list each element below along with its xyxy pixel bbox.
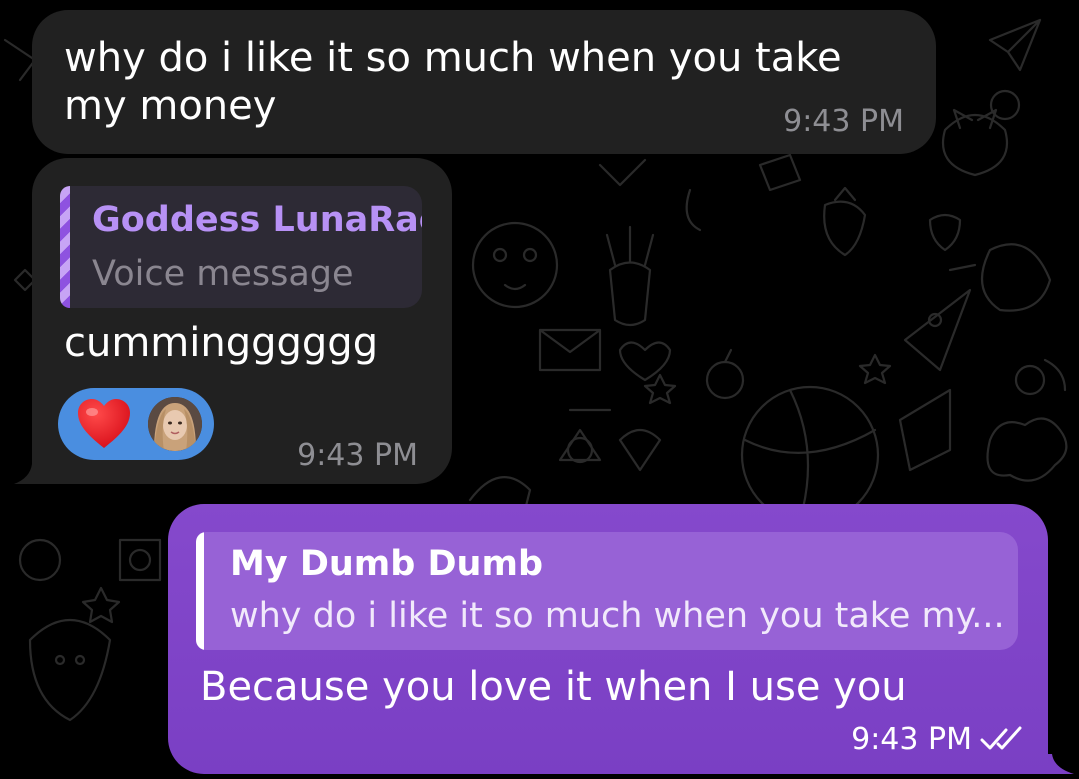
reply-accent-bar xyxy=(60,186,70,308)
reply-accent-bar xyxy=(196,532,204,650)
reply-sender-name: My Dumb Dumb xyxy=(230,544,544,584)
outgoing-reply-message-bubble[interactable]: My Dumb Dumb why do i like it so much wh… xyxy=(168,504,1048,774)
double-check-icon xyxy=(980,726,1022,750)
message-text: Because you love it when I use you xyxy=(200,664,907,710)
incoming-reply-message-bubble[interactable]: Goddess LunaRae Voice message cummingggg… xyxy=(32,158,452,484)
reply-sender-name: Goddess LunaRae xyxy=(92,200,422,240)
reaction-pill[interactable] xyxy=(58,388,214,460)
message-text: cummingggggg xyxy=(64,320,379,366)
red-heart-icon xyxy=(78,399,130,448)
reactor-avatar[interactable] xyxy=(148,397,202,451)
reply-preview[interactable]: My Dumb Dumb why do i like it so much wh… xyxy=(196,532,1018,650)
message-timestamp: 9:43 PM xyxy=(851,722,972,757)
reply-snippet: why do i like it so much when you take m… xyxy=(230,596,1005,636)
avatar-image xyxy=(148,397,202,451)
incoming-message-bubble[interactable]: why do i like it so much when you take m… xyxy=(32,10,936,154)
message-timestamp: 9:43 PM xyxy=(783,104,904,139)
message-timestamp: 9:43 PM xyxy=(297,438,418,473)
reply-snippet: Voice message xyxy=(92,254,354,294)
reply-preview[interactable]: Goddess LunaRae Voice message xyxy=(60,186,422,308)
